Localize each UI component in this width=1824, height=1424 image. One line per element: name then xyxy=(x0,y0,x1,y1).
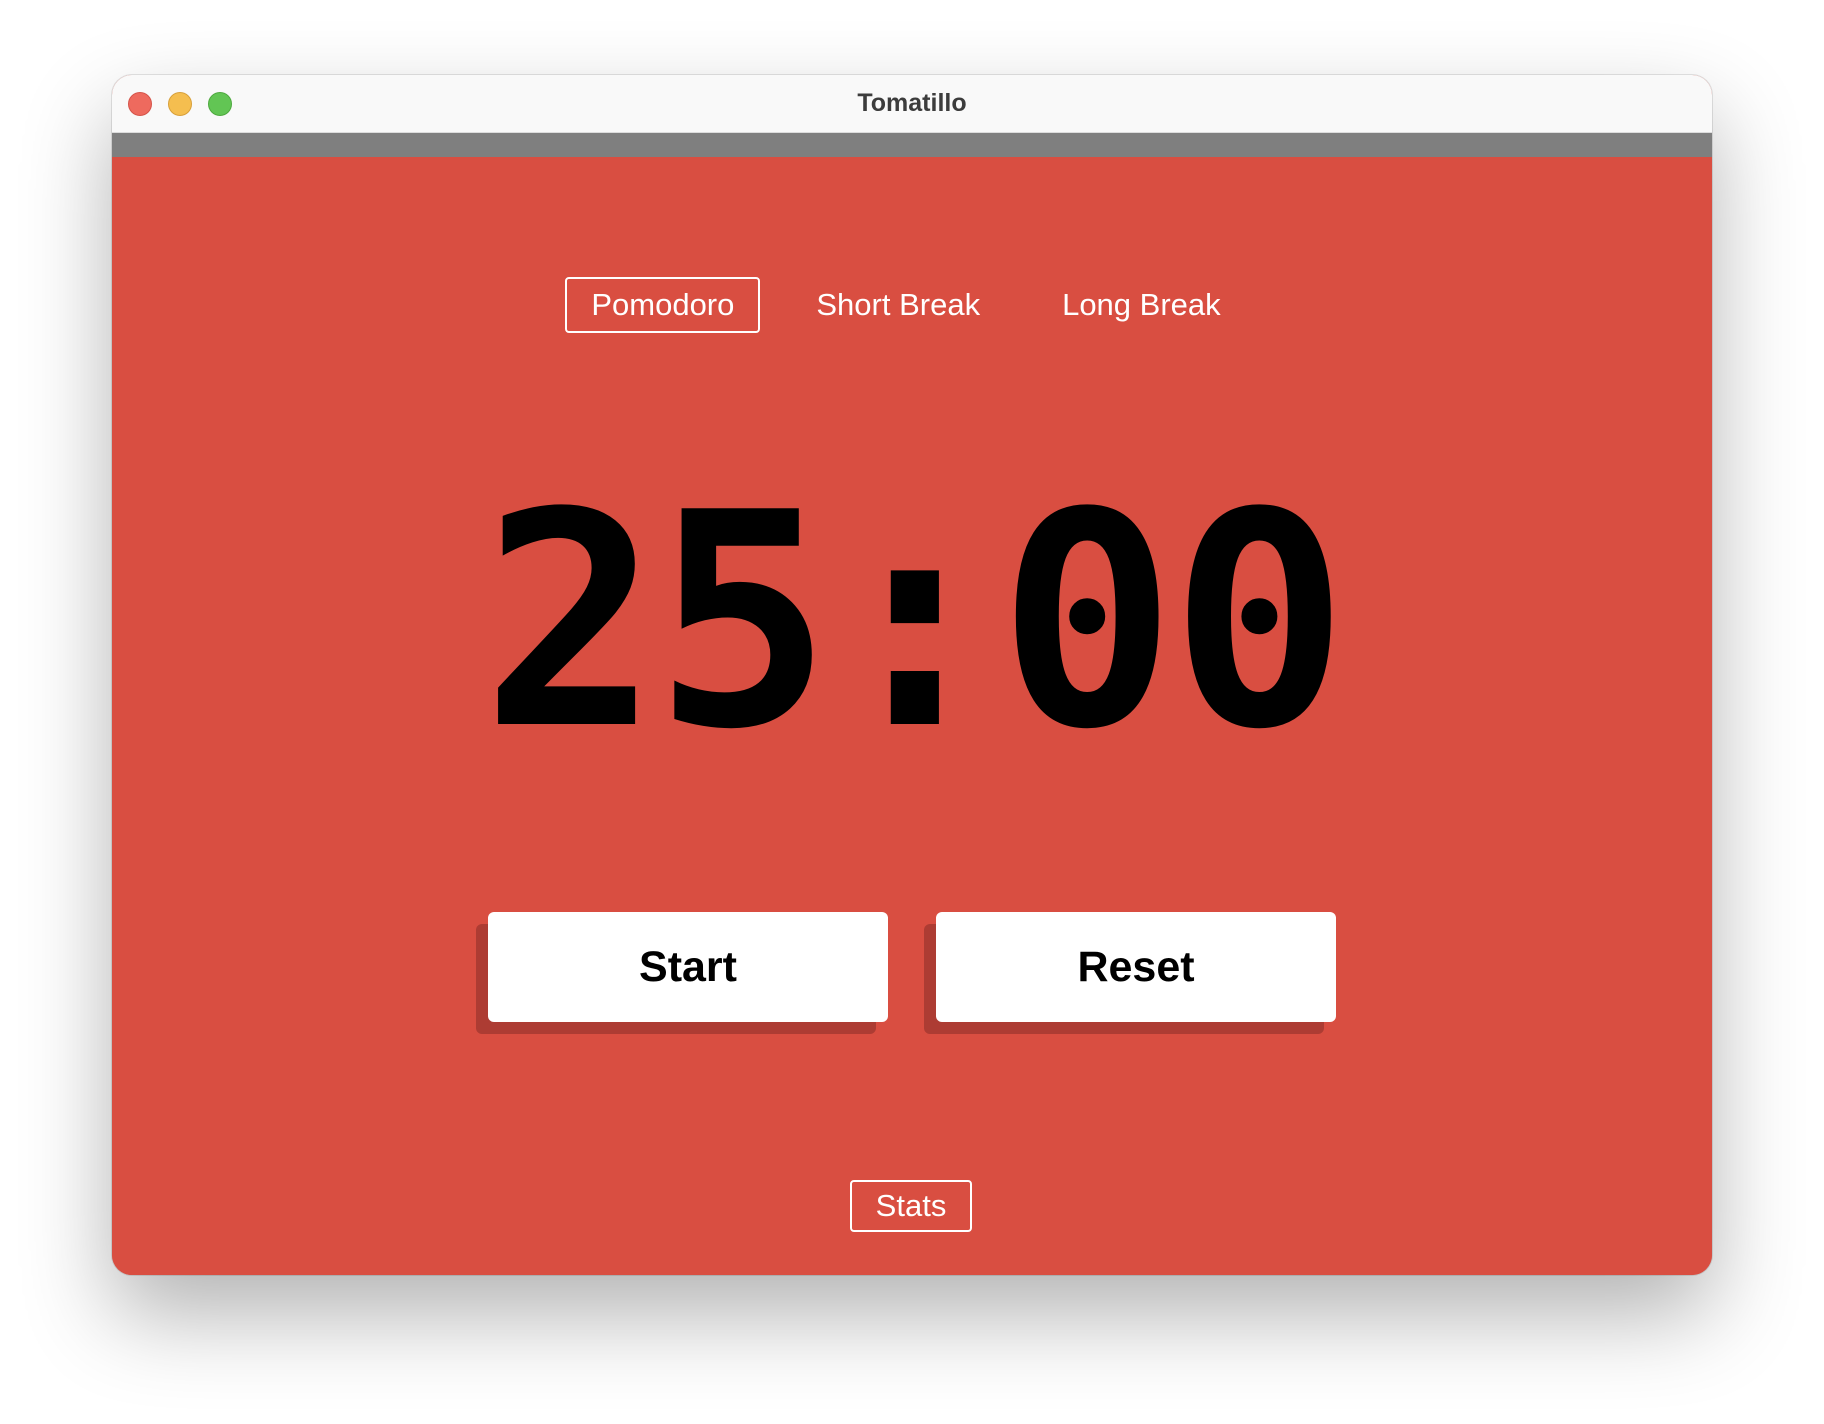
mode-tabs: Pomodoro Short Break Long Break xyxy=(112,277,1706,333)
start-button-group: Start xyxy=(476,912,888,1034)
tab-pomodoro[interactable]: Pomodoro xyxy=(565,277,761,333)
tab-long-break[interactable]: Long Break xyxy=(1036,277,1247,333)
main-content: Pomodoro Short Break Long Break 25:00 St… xyxy=(112,157,1712,1275)
title-bar[interactable]: Tomatillo xyxy=(112,75,1712,133)
app-window: Tomatillo Pomodoro Short Break Long Brea… xyxy=(112,75,1712,1275)
stats-button[interactable]: Stats xyxy=(850,1180,972,1232)
tab-short-break[interactable]: Short Break xyxy=(790,277,1006,333)
start-button[interactable]: Start xyxy=(488,912,888,1022)
toolbar-strip xyxy=(112,133,1712,157)
window-title: Tomatillo xyxy=(857,89,967,117)
reset-button[interactable]: Reset xyxy=(936,912,1336,1022)
reset-button-group: Reset xyxy=(924,912,1336,1034)
timer-display: 25:00 xyxy=(481,449,1348,794)
